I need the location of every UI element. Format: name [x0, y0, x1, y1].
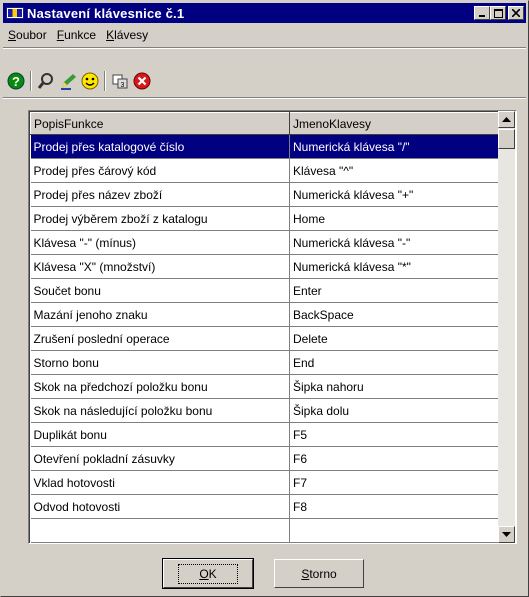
cell-popis-funkce[interactable]: Klávesa "X" (množství) [30, 254, 290, 279]
cell-popis-funkce[interactable]: Klávesa "-" (mínus) [30, 230, 290, 255]
menu-soubor[interactable]: Soubor [3, 28, 52, 42]
menu-klavesy[interactable]: Klávesy [101, 28, 153, 42]
table-row[interactable]: Otevření pokladní zásuvky F6 [30, 446, 498, 471]
close-button[interactable] [508, 6, 524, 20]
window-title: Nastavení klávesnice č.1 [27, 5, 185, 21]
cell-popis-funkce[interactable]: Skok na předchozí položku bonu [30, 374, 290, 399]
cell-popis-funkce[interactable]: Zrušení poslední operace [30, 326, 290, 351]
table-row[interactable]: Vklad hotovosti F7 [30, 470, 498, 495]
table-row[interactable]: Skok na následující položku bonu Šipka do… [30, 398, 498, 423]
cell-jmeno-klavesy[interactable]: F8 [289, 494, 498, 519]
minimize-button[interactable] [474, 6, 490, 20]
table-row[interactable]: Odvod hotovosti F8 [30, 494, 498, 519]
table-row[interactable]: Mazání jenoho znaku BackSpace [30, 302, 498, 327]
cell-jmeno-klavesy[interactable]: F5 [289, 422, 498, 447]
cell-jmeno-klavesy[interactable]: Numerická klávesa "+" [289, 182, 498, 207]
smiley-icon[interactable] [79, 70, 101, 92]
svg-text:?: ? [12, 74, 20, 89]
empty-cell [30, 518, 290, 543]
menu-funkce[interactable]: Funkce [52, 28, 101, 42]
cell-popis-funkce[interactable]: Prodej přes čárový kód [30, 158, 290, 183]
table-row[interactable]: Prodej přes katalogové číslo Numerická kl… [30, 134, 498, 159]
key-assignment-grid[interactable]: PopisFunkce JmenoKlavesy Prodej přes kat… [28, 110, 517, 544]
toolbar-separator [104, 71, 106, 91]
cell-popis-funkce[interactable]: Duplikát bonu [30, 422, 290, 447]
close-icon [512, 9, 520, 17]
title-bar[interactable]: Nastavení klávesnice č.1 [3, 3, 526, 23]
cell-popis-funkce[interactable]: Skok na následující položku bonu [30, 398, 290, 423]
cell-jmeno-klavesy[interactable]: Šipka nahoru [289, 374, 498, 399]
cell-jmeno-klavesy[interactable]: Delete [289, 326, 498, 351]
help-icon[interactable]: ? [5, 70, 27, 92]
visa-card-icon [6, 7, 24, 19]
cell-jmeno-klavesy[interactable]: Home [289, 206, 498, 231]
cell-jmeno-klavesy[interactable]: Klávesa "^" [289, 158, 498, 183]
toolbar-separator-line [3, 97, 526, 99]
table-row[interactable]: Duplikát bonu F5 [30, 422, 498, 447]
cancel-button[interactable]: Storno [274, 559, 364, 588]
table-row[interactable]: Součet bonu Enter [30, 278, 498, 303]
cell-jmeno-klavesy[interactable]: BackSpace [289, 302, 498, 327]
column-header-popis[interactable]: PopisFunkce [30, 112, 290, 135]
cell-jmeno-klavesy[interactable]: F7 [289, 470, 498, 495]
arrow-up-icon [502, 116, 511, 122]
arrow-down-icon [502, 531, 511, 537]
toolbar: ? 3 [5, 69, 153, 93]
column-header-jmeno[interactable]: JmenoKlavesy [289, 112, 498, 135]
table-row[interactable]: Zrušení poslední operace Delete [30, 326, 498, 351]
toolbar-separator [30, 71, 32, 91]
cell-popis-funkce[interactable]: Otevření pokladní zásuvky [30, 446, 290, 471]
cell-popis-funkce[interactable]: Odvod hotovosti [30, 494, 290, 519]
table-row-empty [30, 518, 498, 543]
cell-popis-funkce[interactable]: Storno bonu [30, 350, 290, 375]
table-row[interactable]: Prodej přes název zboží Numerická klávesa… [30, 182, 498, 207]
table-row[interactable]: Klávesa "-" (mínus) Numerická klávesa "-" [30, 230, 498, 255]
maximize-icon [493, 8, 503, 18]
scroll-up-button[interactable] [498, 111, 515, 128]
cell-popis-funkce[interactable]: Prodej přes název zboží [30, 182, 290, 207]
table-row[interactable]: Prodej přes čárový kód Klávesa "^" [30, 158, 498, 183]
table-row[interactable]: Skok na předchozí položku bonu Šipka naho… [30, 374, 498, 399]
cell-popis-funkce[interactable]: Součet bonu [30, 278, 290, 303]
scroll-thumb[interactable] [498, 129, 515, 149]
minimize-icon [479, 15, 485, 17]
vertical-scrollbar[interactable] [498, 111, 515, 543]
cell-popis-funkce[interactable]: Mazání jenoho znaku [30, 302, 290, 327]
find-icon[interactable] [35, 70, 57, 92]
key-table: PopisFunkce JmenoKlavesy Prodej přes kat… [30, 112, 498, 543]
ok-button-label: OK [178, 563, 238, 584]
table-row[interactable]: Klávesa "X" (množství) Numerická klávesa … [30, 254, 498, 279]
scroll-down-button[interactable] [498, 526, 515, 543]
delete-icon[interactable] [131, 70, 153, 92]
cell-jmeno-klavesy[interactable]: Numerická klávesa "/" [289, 134, 498, 159]
cell-jmeno-klavesy[interactable]: End [289, 350, 498, 375]
dialog-window: Nastavení klávesnice č.1 Soubor Funkce K… [0, 0, 529, 597]
menu-bar: Soubor Funkce Klávesy [3, 25, 526, 45]
cell-popis-funkce[interactable]: Prodej přes katalogové číslo [30, 134, 290, 159]
cell-popis-funkce[interactable]: Vklad hotovosti [30, 470, 290, 495]
menu-separator [3, 47, 526, 49]
cell-jmeno-klavesy[interactable]: Šipka dolu [289, 398, 498, 423]
table-row[interactable]: Storno bonu End [30, 350, 498, 375]
ok-button[interactable]: OK [162, 558, 254, 589]
keyboard-icon[interactable]: 3 [109, 70, 131, 92]
maximize-button[interactable] [490, 6, 506, 20]
cell-jmeno-klavesy[interactable]: Numerická klávesa "-" [289, 230, 498, 255]
cell-jmeno-klavesy[interactable]: F6 [289, 446, 498, 471]
cell-jmeno-klavesy[interactable]: Enter [289, 278, 498, 303]
cell-jmeno-klavesy[interactable]: Numerická klávesa "*" [289, 254, 498, 279]
edit-icon[interactable] [57, 70, 79, 92]
table-row[interactable]: Prodej výběrem zboží z katalogu Home [30, 206, 498, 231]
svg-text:3: 3 [121, 82, 125, 89]
cancel-button-label: Storno [301, 566, 337, 581]
cell-popis-funkce[interactable]: Prodej výběrem zboží z katalogu [30, 206, 290, 231]
empty-cell [289, 518, 498, 543]
